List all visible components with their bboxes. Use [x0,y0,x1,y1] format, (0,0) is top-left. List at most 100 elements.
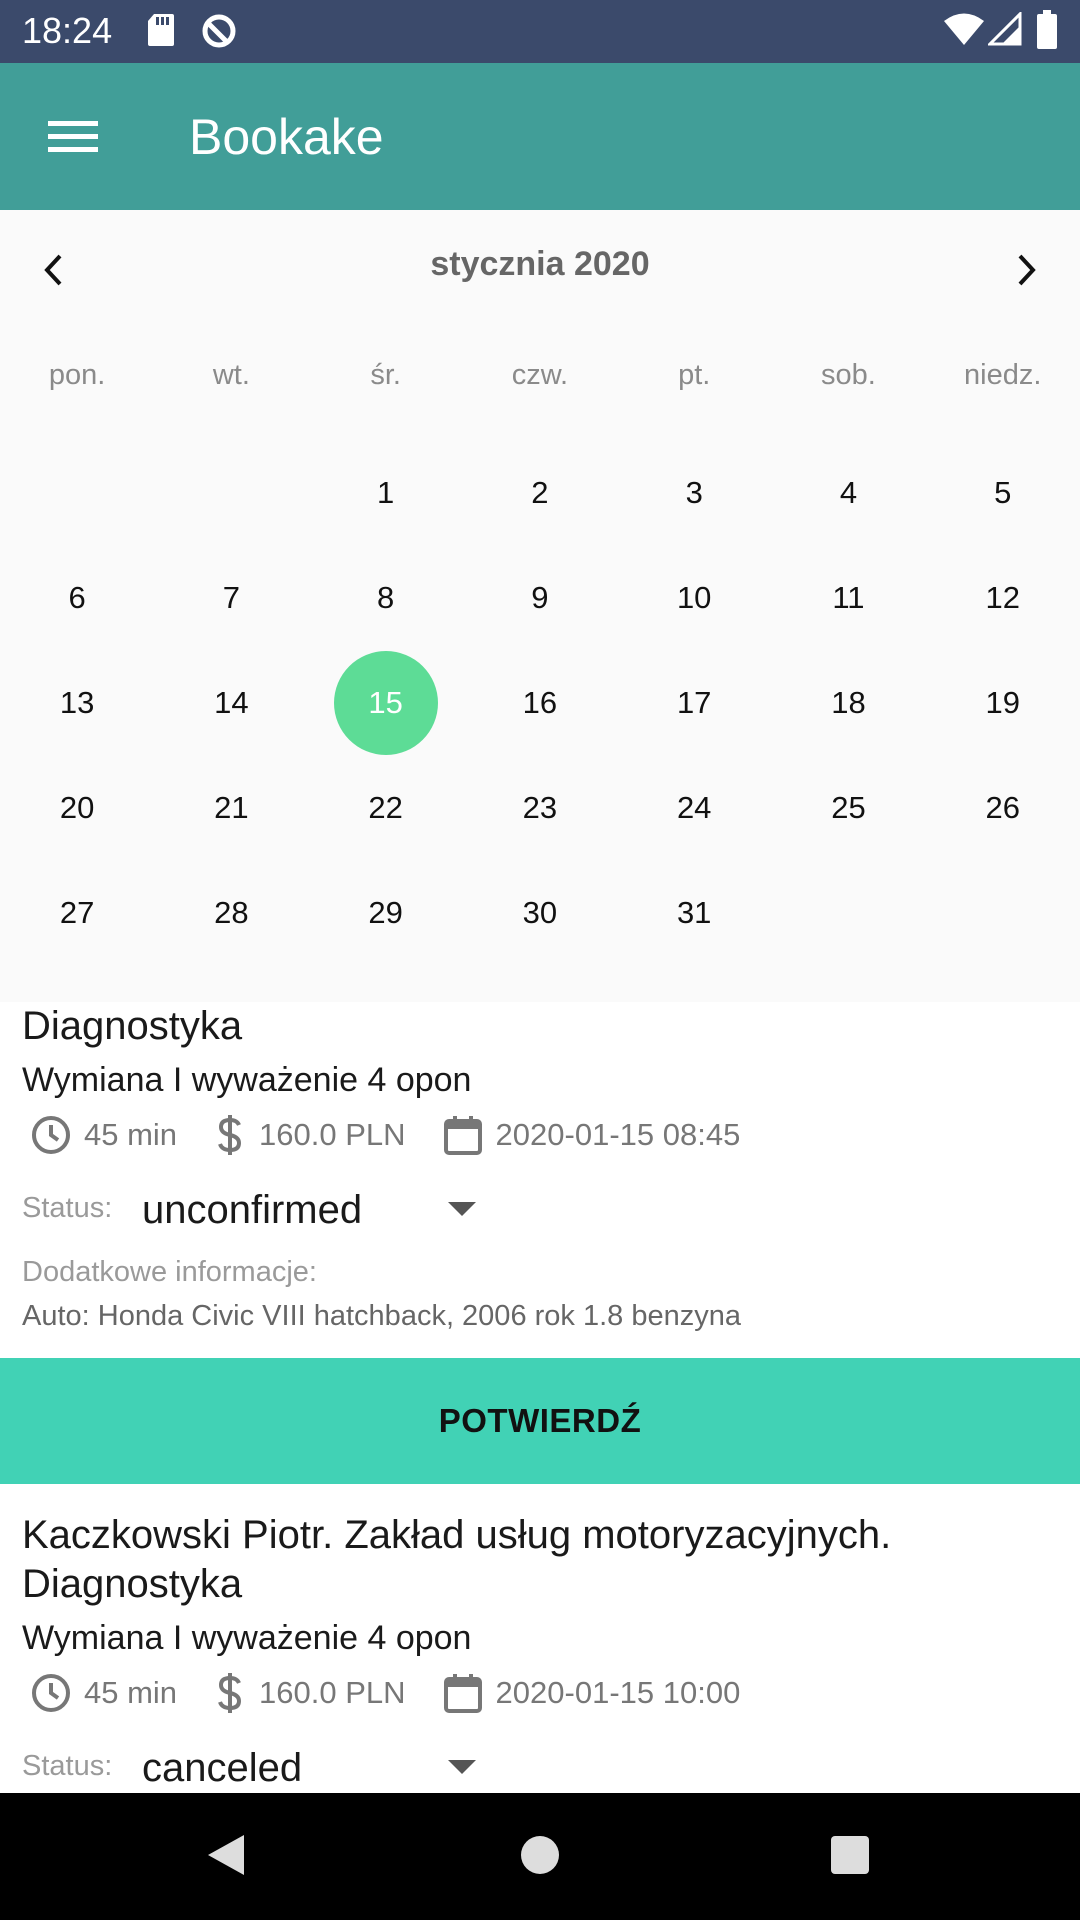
calendar-day[interactable]: 15 [309,650,463,755]
calendar-day[interactable]: 8 [309,545,463,650]
appointment-title: Kaczkowski Piotr. Zakład usług motoryzac… [22,1513,892,1557]
dollar-icon [218,1115,242,1155]
status-label: Status: [22,1750,113,1782]
appointment-price: 160.0 PLN [259,1117,406,1152]
recents-icon[interactable] [818,1823,882,1887]
home-icon[interactable] [508,1823,572,1887]
status-dropdown[interactable]: Status: canceled [22,1740,502,1793]
status-dropdown[interactable]: Status: unconfirmed [22,1182,502,1238]
calendar-day[interactable]: 21 [154,755,308,860]
battery-icon [1037,10,1057,49]
calendar-day[interactable]: 12 [926,545,1080,650]
day-number: 11 [832,579,865,615]
calendar-day[interactable]: 26 [926,755,1080,860]
clock-icon [32,1674,70,1712]
calendar-day[interactable]: 6 [0,545,154,650]
calendar-day[interactable]: 22 [309,755,463,860]
info-label: Dodatkowe informacje: [22,1256,317,1288]
clock-icon [32,1116,70,1154]
calendar-day-empty [154,440,308,545]
weekday-label: pon. [48,359,106,391]
weekday-label: wt. [212,359,250,391]
appointment-card: Diagnostyka Wymiana I wyważenie 4 opon 4… [0,1002,1080,1484]
calendar-day[interactable]: 30 [463,860,617,965]
calendar-day[interactable]: 20 [0,755,154,860]
calendar-day[interactable]: 9 [463,545,617,650]
calendar-icon [443,1116,482,1155]
status-bar: 18:24 [0,0,1080,63]
appointment-service: Wymiana I wyważenie 4 opon [22,1061,472,1099]
back-icon[interactable] [194,1823,258,1887]
day-number: 9 [531,579,549,615]
day-number: 12 [985,579,1020,615]
wifi-icon [944,13,984,45]
calendar-day[interactable]: 4 [771,440,925,545]
calendar-day[interactable]: 29 [309,860,463,965]
calendar: stycznia 2020 pon. wt. śr. czw. pt. sob.… [0,210,1080,1002]
dropdown-caret-icon[interactable] [448,1202,476,1216]
day-number: 18 [831,684,866,720]
calendar-month-label: stycznia 2020 [430,245,650,283]
day-number: 2 [531,474,549,510]
calendar-day-empty [771,860,925,965]
day-number: 13 [59,684,95,720]
day-number: 1 [377,474,395,510]
dropdown-caret-icon[interactable] [448,1760,476,1774]
status-value[interactable]: canceled [142,1740,302,1793]
calendar-day[interactable]: 27 [0,860,154,965]
appointment-meta: 45 min 160.0 PLN 2020-01-15 10:00 [30,1668,776,1718]
calendar-day[interactable]: 17 [617,650,771,755]
calendar-day[interactable]: 10 [617,545,771,650]
info-text: Auto: Honda Civic VIII hatchback, 2006 r… [22,1300,741,1332]
signal-icon [988,12,1022,46]
appointment-meta: 45 min 160.0 PLN 2020-01-15 08:45 [30,1110,776,1160]
appointment-card: Kaczkowski Piotr. Zakład usług motoryzac… [0,1484,1080,1793]
dollar-icon [218,1673,242,1713]
navigation-bar [0,1793,1080,1920]
calendar-day[interactable]: 16 [463,650,617,755]
calendar-day[interactable]: 25 [771,755,925,860]
day-number: 28 [214,894,249,930]
day-number: 14 [214,684,249,720]
calendar-day[interactable]: 11 [771,545,925,650]
status-value[interactable]: unconfirmed [142,1182,362,1238]
calendar-day-empty [926,860,1080,965]
weekday-label: czw. [511,359,569,391]
day-number: 31 [676,894,712,930]
sync-icon [202,14,236,48]
app-title: Bookake [189,109,384,165]
day-number [25,441,129,545]
appointment-datetime: 2020-01-15 10:00 [495,1675,741,1710]
menu-icon[interactable] [40,109,104,163]
weekday-header: pon. wt. śr. czw. pt. sob. niedz. [0,350,1080,400]
day-number: 29 [368,894,403,930]
calendar-day[interactable]: 14 [154,650,308,755]
sd-card-icon [148,14,174,46]
confirm-button[interactable]: POTWIERDŹ [0,1358,1080,1484]
appointment-title: Diagnostyka [22,1004,243,1048]
appointment-price: 160.0 PLN [259,1675,406,1710]
selected-day-number: 15 [333,650,438,755]
appointment-datetime: 2020-01-15 08:45 [495,1117,741,1152]
day-number: 3 [685,474,703,510]
calendar-day[interactable]: 2 [463,440,617,545]
day-number: 24 [676,789,712,825]
appointment-duration: 45 min [84,1117,178,1152]
calendar-day[interactable]: 23 [463,755,617,860]
calendar-day[interactable]: 1 [309,440,463,545]
calendar-day[interactable]: 13 [0,650,154,755]
day-number: 6 [68,579,86,615]
calendar-day[interactable]: 19 [926,650,1080,755]
calendar-day[interactable]: 5 [926,440,1080,545]
calendar-day[interactable]: 31 [617,860,771,965]
day-number [796,861,900,965]
day-number: 19 [985,684,1020,720]
calendar-day[interactable]: 24 [617,755,771,860]
app-bar: Bookake [0,63,1080,210]
day-number: 20 [59,789,95,825]
calendar-day[interactable]: 28 [154,860,308,965]
calendar-day[interactable]: 7 [154,545,308,650]
chevron-right-icon[interactable] [1002,246,1050,294]
calendar-day[interactable]: 3 [617,440,771,545]
calendar-day[interactable]: 18 [771,650,925,755]
